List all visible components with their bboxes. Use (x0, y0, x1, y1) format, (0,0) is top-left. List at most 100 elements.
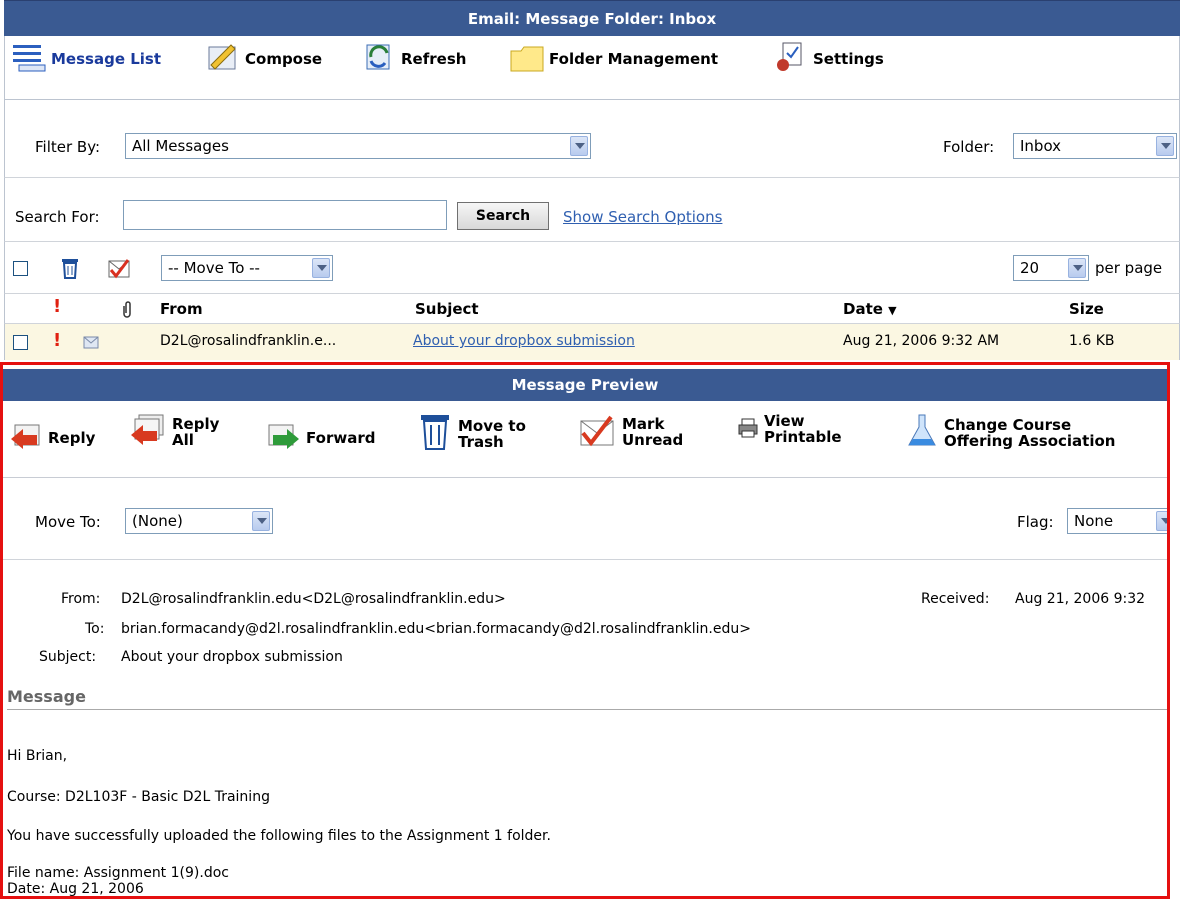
show-search-options-link[interactable]: Show Search Options (563, 208, 722, 226)
row-checkbox[interactable] (13, 335, 28, 350)
search-input[interactable] (123, 200, 447, 230)
table-header: ! From Subject Date ▼ Size (4, 294, 1180, 324)
printer-icon (737, 417, 759, 442)
body-line: File name: Assignment 1(9).doc (7, 865, 229, 881)
high-priority-icon: ! (53, 330, 62, 351)
folder-label: Folder: (943, 138, 995, 156)
filter-select-value: All Messages (132, 137, 229, 155)
folder-management-button[interactable]: Folder Management (509, 44, 718, 74)
filter-select[interactable]: All Messages (125, 133, 591, 159)
reply-label: Reply (48, 428, 96, 447)
folder-management-label: Folder Management (549, 50, 719, 68)
per-page-select[interactable]: 20 (1013, 255, 1089, 281)
filter-label: Filter By: (35, 138, 101, 156)
chevron-down-icon (1156, 511, 1167, 531)
message-list-label: Message List (51, 50, 162, 68)
reply-all-icon (129, 413, 167, 450)
table-row[interactable]: ! D2L@rosalindfranklin.e... About your d… (4, 324, 1180, 360)
search-label: Search For: (15, 208, 100, 226)
mark-unread-icon[interactable] (107, 256, 131, 284)
received-label: Received: (921, 591, 990, 607)
preview-move-to-select[interactable]: (None) (125, 508, 273, 534)
message-date: Aug 21, 2006 9:32 AM (843, 333, 1000, 349)
preview-move-to-value: (None) (132, 512, 183, 530)
received-value: Aug 21, 2006 9:32 (1015, 591, 1146, 607)
sort-desc-icon: ▼ (888, 304, 897, 317)
refresh-icon (361, 41, 397, 77)
compose-label: Compose (245, 50, 323, 68)
column-subject[interactable]: Subject (415, 300, 479, 318)
chevron-down-icon (1068, 258, 1086, 278)
change-course-label: Change Course Offering Association (944, 415, 1116, 450)
preview-toolbar: Reply Reply All Forward Move to Trash Ma… (3, 401, 1167, 478)
change-course-button[interactable]: Change Course Offering Association (905, 413, 1115, 452)
subject-value: About your dropbox submission (121, 649, 343, 665)
settings-icon (773, 41, 809, 77)
message-heading: Message (7, 687, 86, 706)
reply-all-button[interactable]: Reply All (129, 413, 219, 450)
refresh-button[interactable]: Refresh (361, 44, 466, 74)
folder-icon (509, 41, 545, 77)
move-to-select-value: -- Move To -- (168, 259, 260, 277)
priority-icon: ! (53, 296, 62, 317)
reply-icon (9, 421, 43, 454)
message-list-button[interactable]: Message List (11, 44, 161, 74)
message-size: 1.6 KB (1069, 333, 1115, 349)
chevron-down-icon (1156, 136, 1174, 156)
flag-label: Flag: (1017, 513, 1054, 531)
flag-select[interactable]: None (1067, 508, 1167, 534)
folder-select[interactable]: Inbox (1013, 133, 1177, 159)
reply-button[interactable]: Reply (9, 421, 95, 454)
message-list-icon (11, 41, 47, 77)
refresh-label: Refresh (401, 50, 467, 68)
search-button[interactable]: Search (457, 202, 549, 230)
subject-label: Subject: (39, 649, 97, 665)
move-to-trash-button[interactable]: Move to Trash (417, 413, 526, 454)
attachment-icon (121, 300, 133, 322)
move-to-trash-label: Move to Trash (458, 416, 526, 451)
from-label: From: (61, 591, 101, 607)
per-page-label: per page (1095, 259, 1163, 277)
column-date[interactable]: Date ▼ (843, 300, 897, 318)
compose-button[interactable]: Compose (205, 44, 322, 74)
select-all-checkbox[interactable] (13, 261, 28, 276)
message-from: D2L@rosalindfranklin.e... (160, 333, 337, 349)
forward-label: Forward (306, 428, 376, 447)
window-title: Email: Message Folder: Inbox (4, 0, 1180, 36)
divider (7, 709, 1167, 710)
mark-unread-icon (577, 413, 617, 450)
to-label: To: (85, 621, 105, 637)
forward-button[interactable]: Forward (265, 421, 375, 454)
read-message-icon (83, 334, 99, 354)
bulk-action-bar: -- Move To -- 20 per page (4, 242, 1180, 294)
column-date-label: Date (843, 300, 883, 318)
to-value: brian.formacandy@d2l.rosalindfranklin.ed… (121, 621, 751, 637)
settings-button[interactable]: Settings (773, 41, 884, 77)
message-preview-panel: Message Preview Reply Reply All Forward … (0, 362, 1170, 899)
preview-move-bar: Move To: (None) Flag: None (3, 478, 1167, 560)
preview-title: Message Preview (3, 369, 1167, 401)
trash-icon (417, 413, 453, 454)
flask-icon (905, 413, 939, 452)
body-line: Date: Aug 21, 2006 (7, 881, 144, 897)
per-page-value: 20 (1020, 259, 1040, 277)
chevron-down-icon (570, 136, 588, 156)
view-printable-label: View Printable (764, 412, 842, 446)
main-toolbar: Message List Compose Refresh Folder Mana… (4, 36, 1180, 100)
move-to-select[interactable]: -- Move To -- (161, 255, 333, 281)
reply-all-label: Reply All (172, 414, 220, 449)
view-printable-button[interactable]: View Printable (737, 413, 842, 445)
body-line: Hi Brian, (7, 748, 68, 764)
mark-unread-button[interactable]: Mark Unread (577, 413, 683, 450)
chevron-down-icon (252, 511, 270, 531)
body-line: You have successfully uploaded the follo… (7, 828, 551, 844)
compose-icon (205, 41, 241, 77)
column-size[interactable]: Size (1069, 300, 1104, 318)
settings-label: Settings (813, 50, 884, 68)
message-subject-link[interactable]: About your dropbox submission (413, 333, 635, 349)
column-from[interactable]: From (160, 300, 203, 318)
delete-icon[interactable] (59, 256, 81, 284)
mark-unread-label: Mark Unread (622, 414, 684, 449)
preview-move-to-label: Move To: (35, 513, 101, 531)
body-line: Course: D2L103F - Basic D2L Training (7, 789, 270, 805)
